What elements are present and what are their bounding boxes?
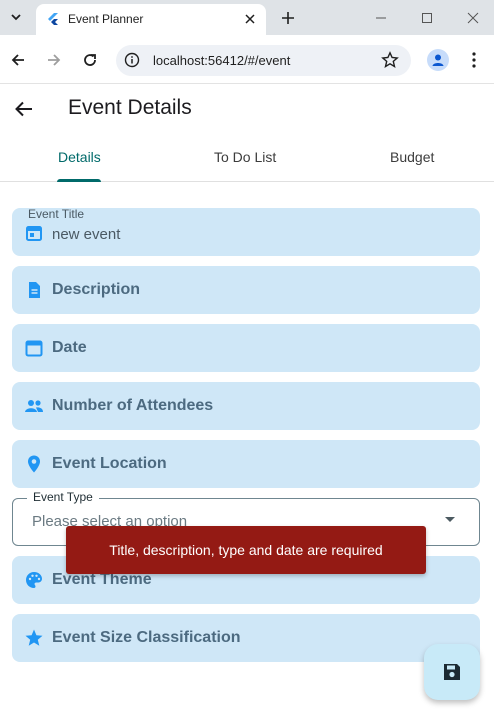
arrow-right-icon [48,54,61,66]
bookmark-star-icon[interactable] [381,51,399,69]
close-icon [245,14,255,24]
flutter-icon [48,13,58,25]
forward-button[interactable] [42,48,66,72]
close-icon [467,12,479,24]
calendar-icon [26,226,42,241]
snackbar-message: Title, description, type and date are re… [109,542,383,558]
location-label: Event Location [52,455,167,472]
date-label: Date [52,339,87,356]
event-type-label: Event Type [27,490,99,504]
calendar-icon [25,340,43,357]
minimize-icon [376,17,386,19]
event-title-label: Event Title [28,207,85,221]
attendees-field[interactable]: Number of Attendees [12,382,480,430]
address-bar[interactable]: localhost:56412/#/event [116,45,411,76]
more-vert-icon [472,52,476,68]
window-close-button[interactable] [463,8,483,28]
description-icon [29,282,40,298]
new-tab-button[interactable] [278,8,298,28]
chevron-down-icon [11,14,21,21]
description-field[interactable]: Description [12,266,480,314]
tab-bar: Details To Do List Budget [0,135,494,182]
tab-details[interactable]: Details [58,149,101,165]
page-title: Event Details [68,96,192,119]
size-classification-label: Event Size Classification [52,629,241,646]
tab-budget[interactable]: Budget [390,149,434,165]
plus-icon [282,12,294,24]
tab-search-button[interactable] [4,6,28,28]
active-tab-indicator [57,179,101,182]
save-icon [444,664,460,680]
browser-menu-button[interactable] [466,49,482,71]
tab-to-do-list[interactable]: To Do List [214,149,276,165]
attendees-label: Number of Attendees [52,397,214,414]
site-info-button[interactable] [122,50,142,70]
maximize-button[interactable] [417,8,437,28]
info-icon [124,52,140,68]
back-button[interactable] [6,48,30,72]
location-pin-icon [28,455,40,473]
error-snackbar: Title, description, type and date are re… [66,526,426,574]
browser-tab[interactable]: Event Planner [36,4,266,35]
url-text: localhost:56412/#/event [153,53,291,68]
size-classification-field[interactable]: Event Size Classification [12,614,480,662]
palette-icon [26,572,42,588]
description-label: Description [52,281,141,298]
tab-close-button[interactable] [242,11,258,27]
event-title-field[interactable]: Event Title new event [12,207,480,256]
arrow-back-icon [15,101,32,117]
arrow-left-icon [11,54,24,66]
browser-toolbar: localhost:56412/#/event [0,35,494,84]
date-field[interactable]: Date [12,324,480,372]
reload-icon [84,54,96,66]
people-icon [25,400,43,412]
reload-button[interactable] [78,48,102,72]
app-page: Event Details Details To Do List Budget … [0,85,494,717]
app-back-button[interactable] [12,97,36,121]
star-icon [25,629,43,646]
browser-tabstrip: Event Planner [0,0,494,35]
dropdown-arrow-icon [445,517,455,522]
location-field[interactable]: Event Location [12,440,480,488]
minimize-button[interactable] [371,8,391,28]
profile-button[interactable] [427,49,449,71]
tab-title: Event Planner [68,12,144,26]
maximize-icon [422,13,432,23]
event-title-value: new event [52,226,121,243]
person-icon [432,54,444,66]
save-button[interactable] [424,644,480,700]
